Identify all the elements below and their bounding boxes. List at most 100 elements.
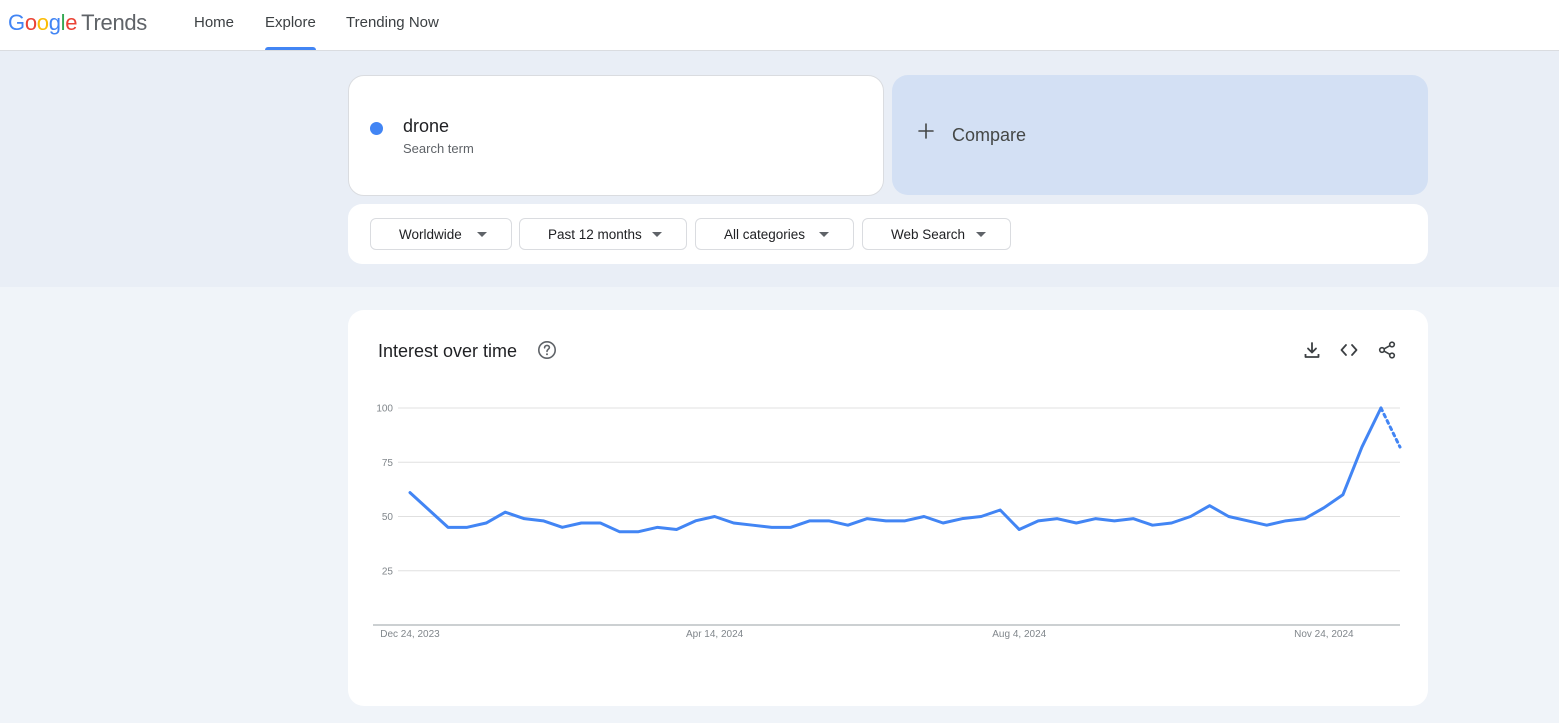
data-point <box>578 520 584 526</box>
filter-time-range-label: Past 12 months <box>548 227 642 242</box>
top-bar: Google Trends Home Explore Trending Now <box>0 0 1559 51</box>
data-point <box>750 522 756 528</box>
data-point <box>1283 518 1289 524</box>
data-point <box>540 518 546 524</box>
nav-explore[interactable]: Explore <box>265 0 316 50</box>
logo-letter: g <box>48 10 61 35</box>
data-point <box>1130 516 1136 522</box>
data-point <box>655 524 661 530</box>
data-point <box>902 518 908 524</box>
data-point <box>1321 505 1327 511</box>
data-point <box>1397 444 1403 450</box>
x-tick-label: Dec 24, 2023 <box>380 629 440 640</box>
x-tick-label: Nov 24, 2024 <box>1294 629 1354 640</box>
data-point <box>1169 520 1175 526</box>
x-tick-label: Aug 4, 2024 <box>992 629 1046 640</box>
embed-code-icon[interactable] <box>1339 340 1359 360</box>
data-point <box>616 529 622 535</box>
y-tick-label: 75 <box>382 458 394 469</box>
nav-trending-now[interactable]: Trending Now <box>346 0 439 50</box>
download-icon[interactable] <box>1302 340 1322 360</box>
nav-home[interactable]: Home <box>194 0 234 50</box>
data-point <box>731 520 737 526</box>
data-point <box>1073 520 1079 526</box>
data-point <box>1188 514 1194 520</box>
data-point <box>1150 522 1156 528</box>
data-point <box>997 507 1003 513</box>
data-point <box>883 518 889 524</box>
data-point <box>921 514 927 520</box>
data-point <box>1226 514 1232 520</box>
y-tick-label: 25 <box>382 566 394 577</box>
data-point <box>769 524 775 530</box>
filter-location[interactable]: Worldwide <box>370 218 512 250</box>
interest-over-time-card: 25 50 75 100 Dec 24, 2023 Apr 14, 2024 Aug 4, … <box>348 310 1428 706</box>
search-term-card[interactable]: drone Search term <box>348 75 884 196</box>
filter-time-range[interactable]: Past 12 months <box>519 218 687 250</box>
interest-over-time-title: Interest over time <box>378 341 518 361</box>
google-trends-logo[interactable]: Google Trends <box>8 10 147 36</box>
data-point <box>1359 444 1365 450</box>
filter-search-type[interactable]: Web Search <box>862 218 1011 250</box>
data-point <box>559 524 565 530</box>
interest-chart[interactable]: 25 50 75 100 Dec 24, 2023 Apr 14, 2024 Aug 4, … <box>348 310 1428 706</box>
y-tick-label: 50 <box>382 512 394 523</box>
caret-down-icon <box>976 232 986 237</box>
data-point <box>1245 518 1251 524</box>
data-point <box>1207 503 1213 509</box>
series-line-drone-partial <box>1379 406 1402 449</box>
filter-category[interactable]: All categories <box>695 218 854 250</box>
compare-label: Compare <box>952 125 1027 145</box>
help-circle-icon[interactable] <box>537 340 557 360</box>
data-point <box>864 516 870 522</box>
data-point <box>788 524 794 530</box>
search-term-name[interactable]: drone <box>403 116 449 137</box>
data-point <box>1378 405 1384 411</box>
data-point <box>597 520 603 526</box>
series-line-drone <box>408 406 1383 534</box>
data-point <box>712 514 718 520</box>
share-icon[interactable] <box>1377 340 1397 360</box>
plus-icon <box>918 123 934 139</box>
logo-letter: G <box>8 10 25 35</box>
logo-letter: o <box>24 10 37 35</box>
caret-down-icon <box>819 232 829 237</box>
data-point <box>1016 527 1022 533</box>
filter-category-label: All categories <box>724 227 806 242</box>
data-point <box>407 490 413 496</box>
data-point <box>445 524 451 530</box>
data-point <box>521 516 527 522</box>
filter-search-type-label: Web Search <box>891 227 966 242</box>
compare-button[interactable]: Compare <box>892 75 1428 195</box>
x-tick-label: Apr 14, 2024 <box>686 629 744 640</box>
data-point <box>674 527 680 533</box>
data-point <box>959 516 965 522</box>
data-point <box>464 524 470 530</box>
logo-product-name: Trends <box>81 10 148 35</box>
data-point <box>845 522 851 528</box>
logo-letter: o <box>36 10 49 35</box>
data-point <box>1111 518 1117 524</box>
data-point <box>807 518 813 524</box>
data-point <box>635 529 641 535</box>
data-point <box>1092 516 1098 522</box>
filter-bar: Worldwide Past 12 months All categories … <box>348 204 1428 264</box>
data-point <box>1264 522 1270 528</box>
logo-letter: e <box>65 10 78 35</box>
data-point <box>1035 518 1041 524</box>
search-term-subtitle: Search term <box>403 141 474 156</box>
data-point <box>426 507 432 513</box>
data-point <box>693 518 699 524</box>
data-point <box>1340 492 1346 498</box>
filter-location-label: Worldwide <box>399 227 462 242</box>
data-point <box>1302 516 1308 522</box>
data-point <box>940 520 946 526</box>
series-color-dot <box>370 122 383 135</box>
data-point <box>826 518 832 524</box>
data-point <box>978 514 984 520</box>
caret-down-icon <box>477 232 487 237</box>
caret-down-icon <box>652 232 662 237</box>
data-point <box>483 520 489 526</box>
data-point <box>502 509 508 515</box>
y-tick-label: 100 <box>376 404 393 415</box>
